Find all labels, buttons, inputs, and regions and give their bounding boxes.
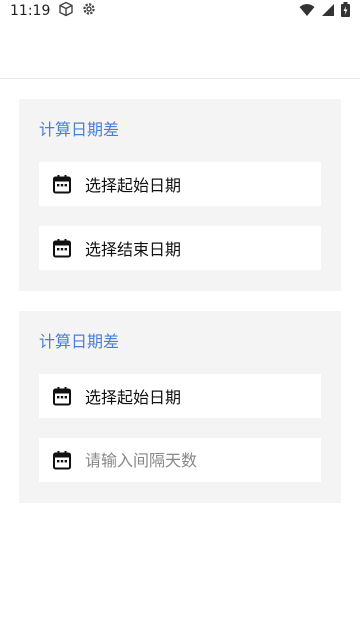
calendar-icon [51,385,73,407]
card-title: 计算日期差 [39,120,120,139]
status-bar: 11:19 [0,0,360,22]
status-right [299,1,350,21]
calendar-icon [51,449,73,471]
app-bar [0,22,360,79]
calendar-icon [51,237,73,259]
start-date-label: 选择起始日期 [85,388,182,407]
status-time: 11:19 [10,3,51,19]
wifi-icon [299,2,315,21]
start-date-label: 选择起始日期 [85,176,182,195]
start-date-picker[interactable]: 选择起始日期 [39,162,321,206]
interval-days-field [39,438,321,482]
battery-icon [341,1,350,21]
card-title: 计算日期差 [39,332,120,351]
end-date-picker[interactable]: 选择结束日期 [39,226,321,270]
gear-icon [82,2,96,20]
start-date-picker[interactable]: 选择起始日期 [39,374,321,418]
end-date-label: 选择结束日期 [85,240,182,259]
box-icon [58,1,74,21]
calendar-icon [51,173,73,195]
date-diff-card: 计算日期差 选择起始日期 选择结束日期 [19,99,341,291]
interval-days-input[interactable] [85,450,305,470]
signal-icon [321,2,335,21]
status-left: 11:19 [10,1,96,21]
date-offset-card: 计算日期差 选择起始日期 [19,311,341,503]
